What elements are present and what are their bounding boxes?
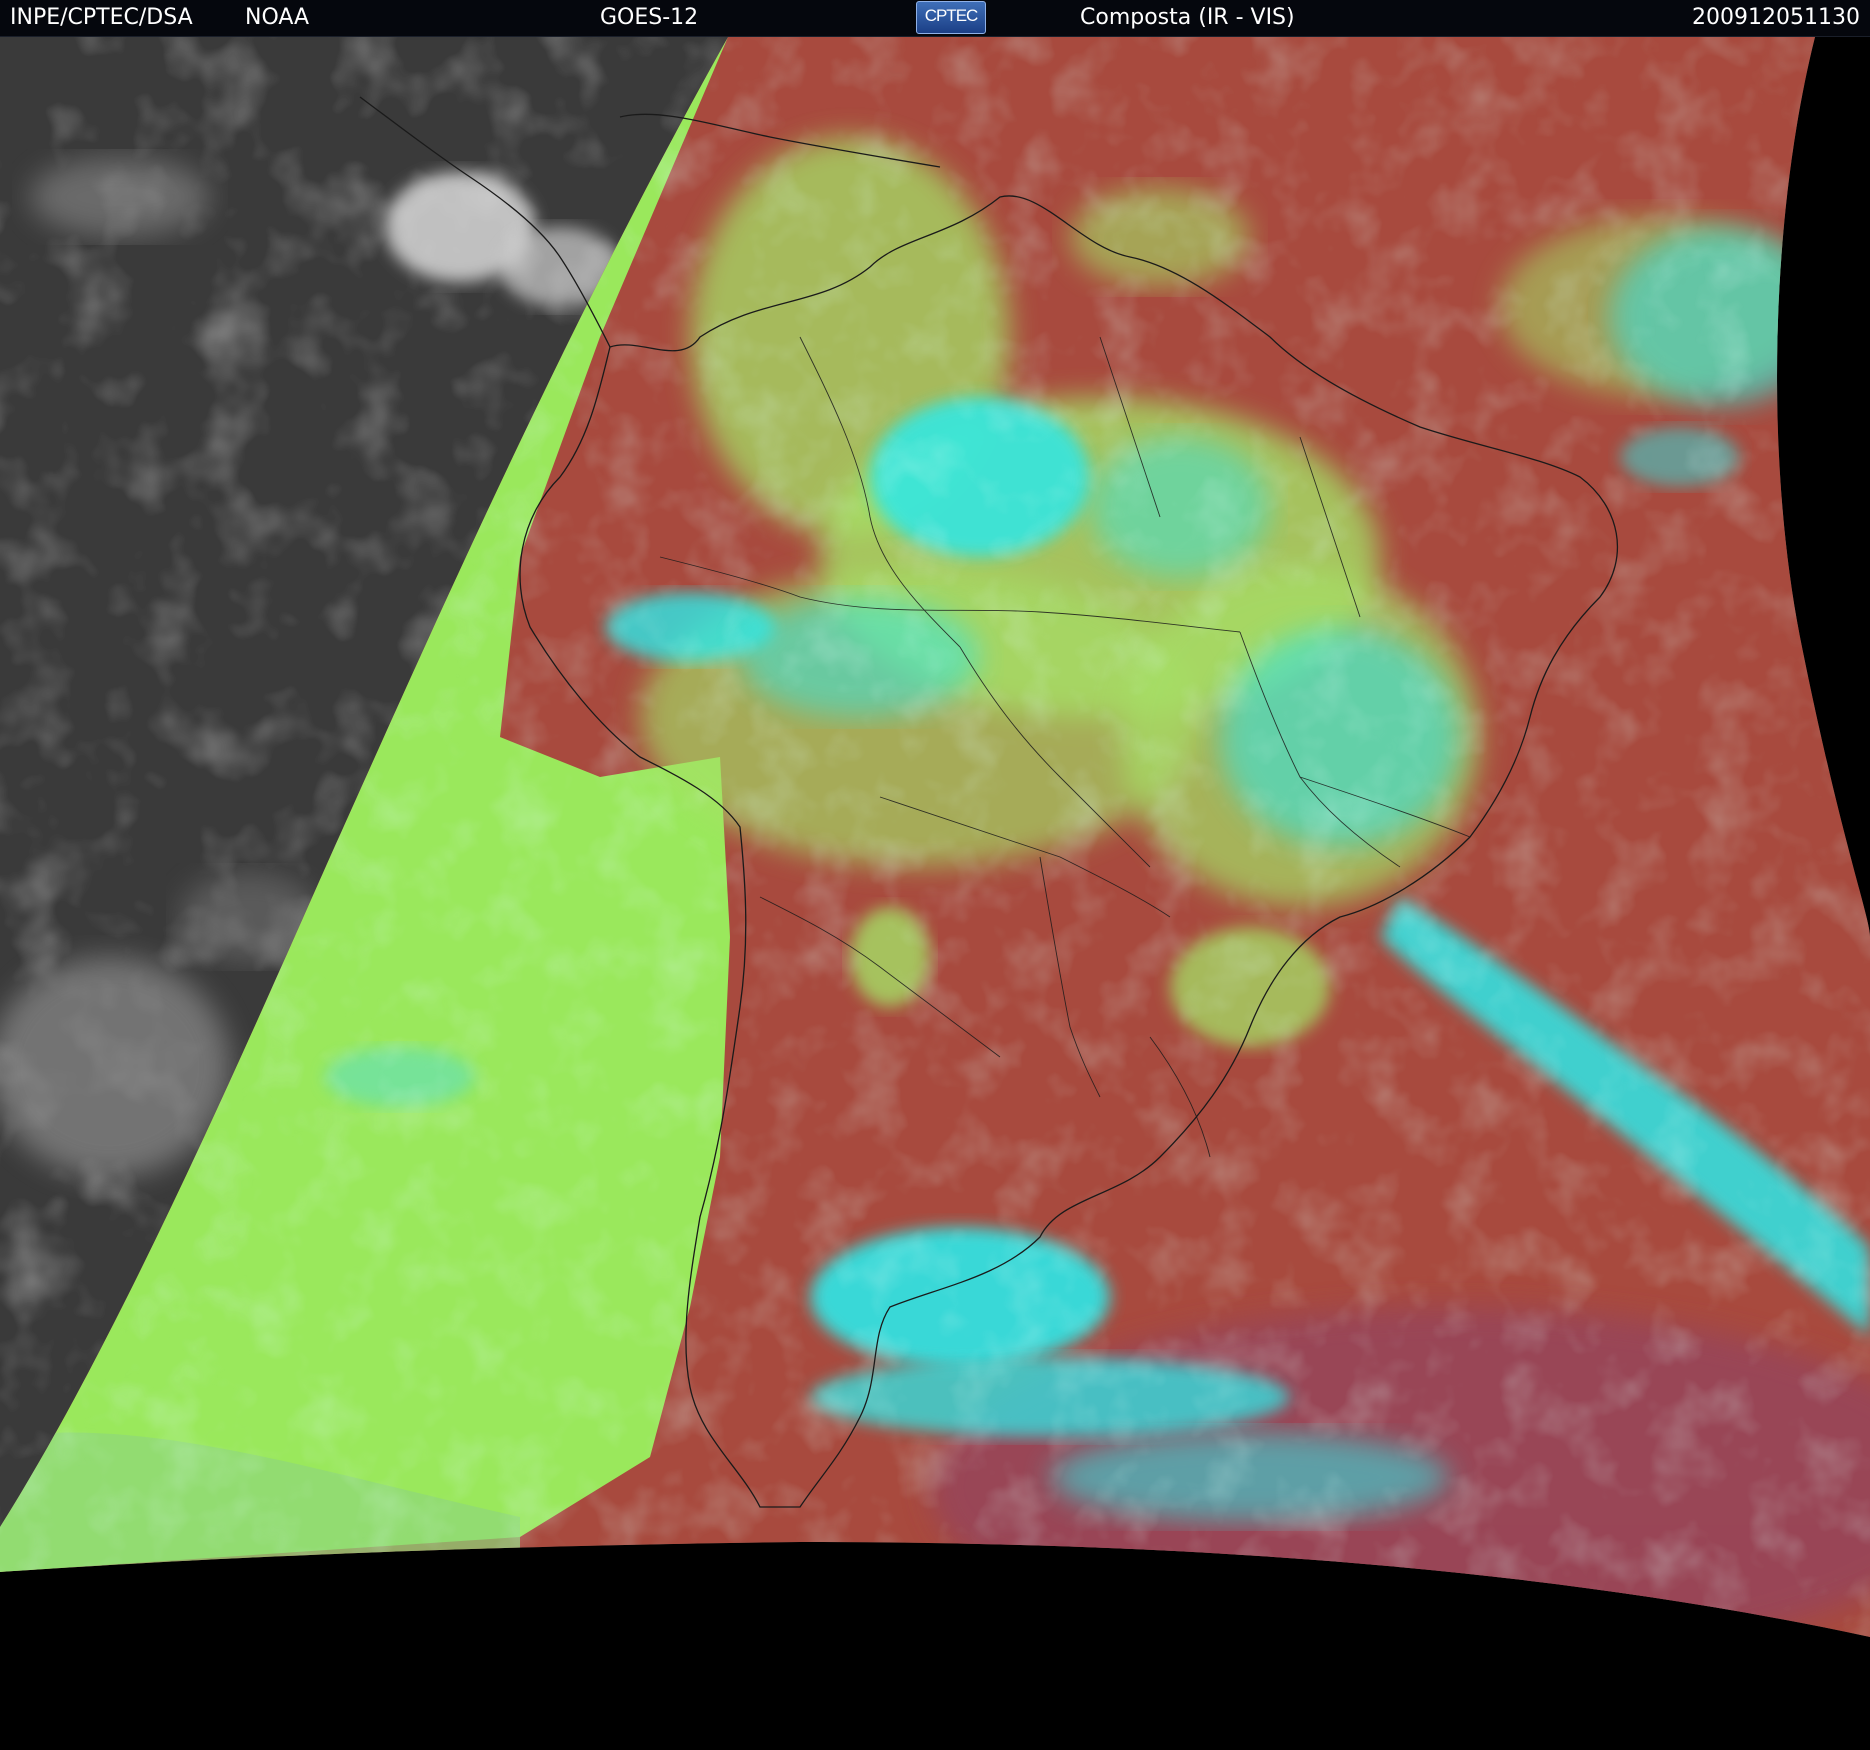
agency-label: NOAA: [245, 5, 310, 30]
cptec-logo: CPTEC: [916, 1, 986, 34]
satellite-image: [0, 37, 1870, 1750]
satellite-composite-page: INPE/CPTEC/DSA NOAA GOES-12 CPTEC Compos…: [0, 0, 1870, 1750]
cptec-logo-text: CPTEC: [924, 6, 979, 25]
header-bar: INPE/CPTEC/DSA NOAA GOES-12 CPTEC Compos…: [0, 0, 1870, 37]
satellite-label: GOES-12: [600, 5, 699, 30]
product-label: Composta (IR - VIS): [1080, 5, 1295, 30]
organization-label: INPE/CPTEC/DSA: [10, 5, 193, 30]
timestamp-label: 200912051130: [1692, 5, 1860, 30]
